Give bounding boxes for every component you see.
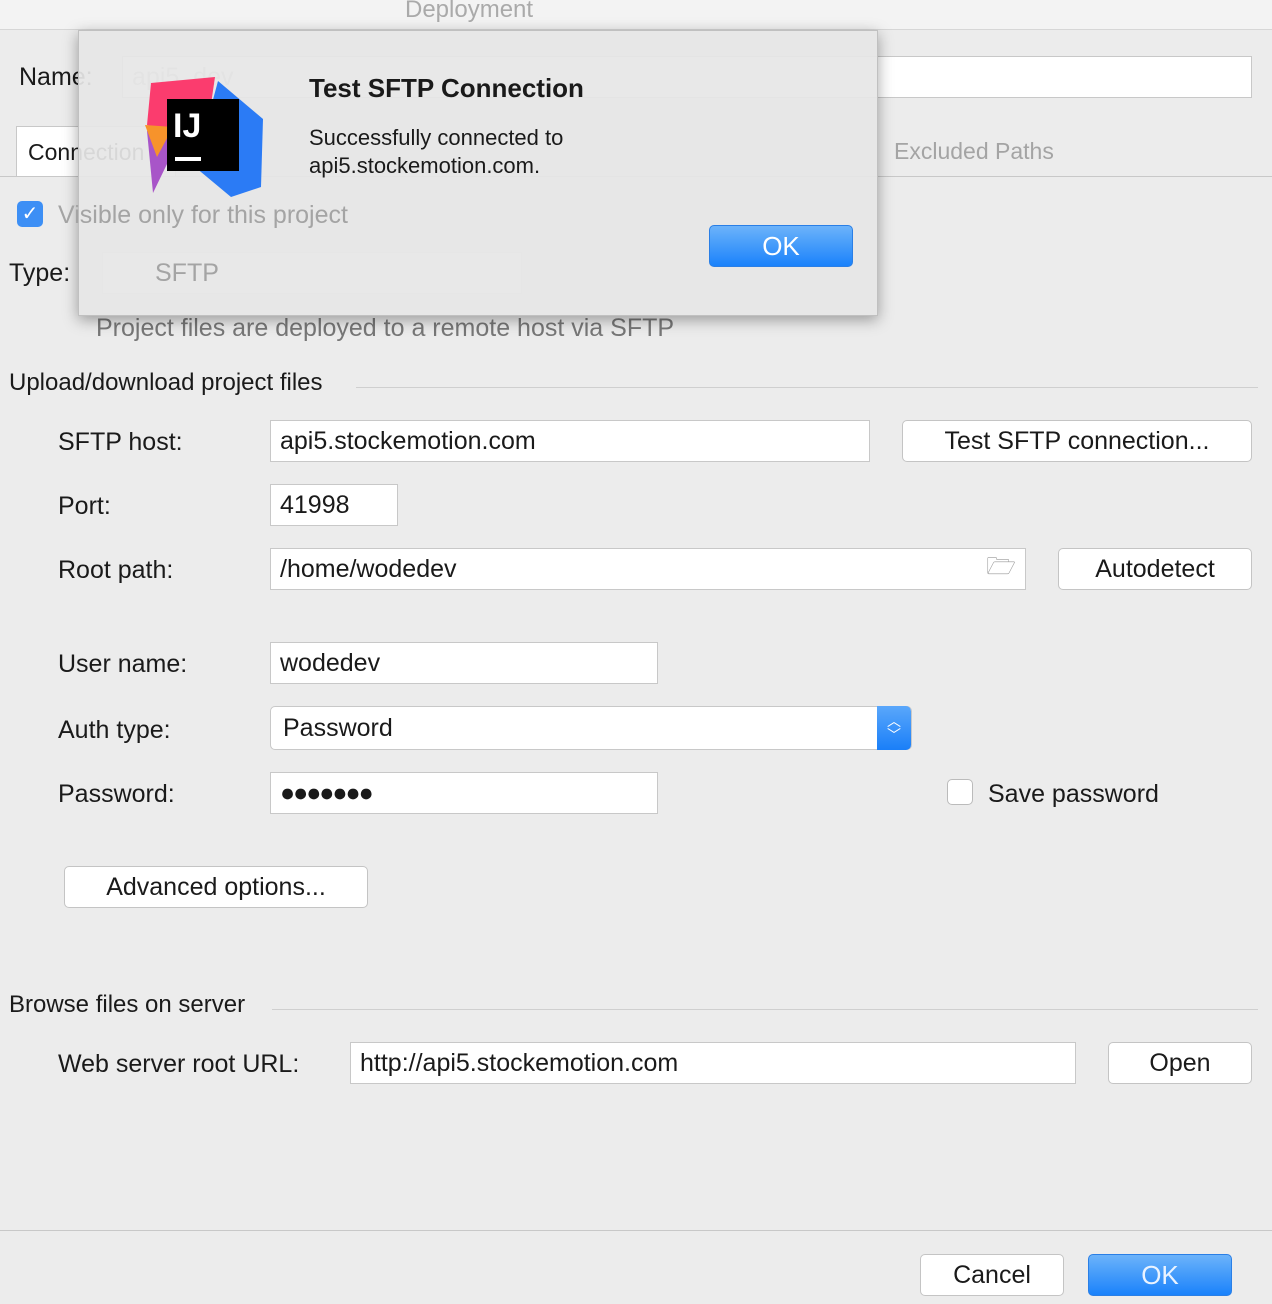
ok-button[interactable]: OK xyxy=(1088,1254,1232,1296)
upload-section-title: Upload/download project files xyxy=(9,369,323,396)
port-input[interactable]: 41998 xyxy=(270,484,398,526)
cancel-button[interactable]: Cancel xyxy=(920,1254,1064,1296)
user-name-label: User name: xyxy=(58,650,188,678)
tab-excluded-paths[interactable]: Excluded Paths xyxy=(894,138,1054,165)
password-label: Password: xyxy=(58,780,175,808)
type-value: SFTP xyxy=(155,259,219,287)
root-path-label: Root path: xyxy=(58,556,174,584)
svg-text:IJ: IJ xyxy=(173,107,201,145)
port-label: Port: xyxy=(58,492,111,520)
window-title: Deployment xyxy=(405,0,534,23)
auth-type-select[interactable]: Password ︿ ﹀ xyxy=(270,706,912,750)
alert-title: Test SFTP Connection xyxy=(309,73,584,103)
save-password-checkbox[interactable] xyxy=(947,779,973,805)
alert-message-line2: api5.stockemotion.com. xyxy=(309,153,541,178)
web-server-url-input[interactable]: http://api5.stockemotion.com xyxy=(350,1042,1076,1084)
test-sftp-connection-button[interactable]: Test SFTP connection... xyxy=(902,420,1252,462)
browse-section-title: Browse files on server xyxy=(9,991,246,1018)
alert-message-line1: Successfully connected to xyxy=(309,125,564,150)
type-label: Type: xyxy=(9,259,71,287)
alert-ok-button[interactable]: OK xyxy=(709,225,853,267)
title-bar: Deployment xyxy=(0,0,1272,30)
password-input[interactable]: ●●●●●●● xyxy=(270,772,658,814)
advanced-options-button[interactable]: Advanced options... xyxy=(64,866,368,908)
sftp-host-label: SFTP host: xyxy=(58,428,183,456)
save-password-label: Save password xyxy=(988,780,1159,808)
auth-type-label: Auth type: xyxy=(58,716,171,744)
open-button[interactable]: Open xyxy=(1108,1042,1252,1084)
intellij-idea-logo-icon: IJ xyxy=(143,75,265,197)
visible-only-label: Visible only for this project xyxy=(58,201,348,229)
visible-only-checkbox[interactable]: ✓ xyxy=(17,201,43,227)
chevron-updown-icon: ︿ ﹀ xyxy=(877,706,911,750)
user-name-input[interactable]: wodedev xyxy=(270,642,658,684)
autodetect-button[interactable]: Autodetect xyxy=(1058,548,1252,590)
root-path-input[interactable]: /home/wodedev 🗁 xyxy=(270,548,1026,590)
sftp-host-input[interactable]: api5.stockemotion.com xyxy=(270,420,870,462)
type-description: Project files are deployed to a remote h… xyxy=(96,314,675,342)
folder-icon[interactable]: 🗁 xyxy=(986,549,1016,590)
web-server-url-label: Web server root URL: xyxy=(58,1050,300,1078)
